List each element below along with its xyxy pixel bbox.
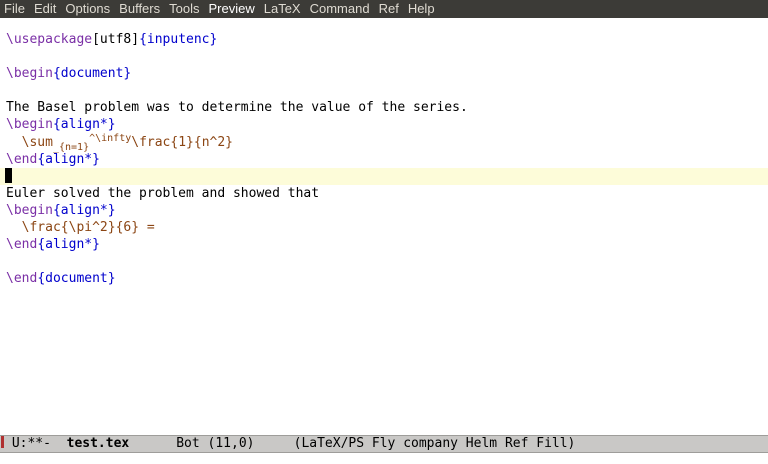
menu-bar: File Edit Options Buffers Tools Preview …: [0, 0, 768, 18]
menu-ref[interactable]: Ref: [375, 0, 404, 18]
latex-command: \begin: [6, 202, 53, 218]
text-cursor: [5, 167, 12, 183]
text-line: The Basel problem was to determine the v…: [6, 100, 468, 116]
math-text: \frac{\pi^2}{6} =: [6, 220, 155, 236]
menu-help[interactable]: Help: [404, 0, 440, 18]
latex-argument: {inputenc}: [139, 32, 218, 47]
math-text: \sum: [6, 134, 53, 150]
latex-command: \begin: [6, 66, 53, 82]
code-line: \begin{align*}: [0, 116, 768, 133]
buffer-status: U:**-: [4, 436, 67, 451]
current-line[interactable]: [0, 167, 768, 185]
text-line: Euler solved the problem and showed that: [6, 185, 320, 201]
menu-options[interactable]: Options: [61, 0, 115, 18]
code-line: \begin{document}: [0, 65, 768, 82]
latex-argument: {document}: [52, 66, 132, 82]
latex-argument: {document}: [37, 271, 116, 287]
latex-argument: {align*}: [37, 151, 100, 167]
menu-edit[interactable]: Edit: [30, 0, 61, 18]
menu-tools[interactable]: Tools: [165, 0, 204, 18]
cursor-position: Bot (11,0): [129, 436, 294, 451]
menu-latex[interactable]: LaTeX: [260, 0, 306, 18]
menu-file[interactable]: File: [0, 0, 30, 18]
latex-command: \end: [6, 237, 38, 253]
menu-preview[interactable]: Preview: [204, 0, 259, 18]
latex-argument: {align*}: [52, 202, 116, 218]
latex-command: \end: [6, 271, 38, 287]
latex-option: [utf8]: [92, 32, 140, 47]
math-line: \sum_{n=1}^\infty\frac{1}{n^2}: [0, 132, 768, 153]
latex-argument: {align*}: [52, 117, 116, 133]
latex-command: \begin: [6, 117, 53, 133]
math-superscript: ^\infty: [89, 132, 132, 144]
menu-command[interactable]: Command: [306, 0, 375, 18]
major-minor-modes[interactable]: (LaTeX/PS Fly company Helm Ref Fill): [294, 436, 576, 451]
latex-command: \usepackage: [6, 32, 93, 47]
buffer-filename[interactable]: test.tex: [67, 436, 130, 451]
menu-buffers[interactable]: Buffers: [115, 0, 165, 18]
code-line: \usepackage[utf8]{inputenc}: [0, 31, 768, 48]
editor-buffer[interactable]: \usepackage[utf8]{inputenc} \begin{docum…: [0, 31, 768, 431]
math-text: \frac{1}{n^2}: [131, 134, 233, 150]
code-line: \end{document}: [0, 270, 768, 287]
latex-argument: {align*}: [37, 237, 100, 253]
code-line: \end{align*}: [0, 236, 768, 253]
latex-command: \end: [6, 151, 38, 167]
mode-line: U:**- test.tex Bot (11,0) (LaTeX/PS Fly …: [0, 435, 768, 453]
minibuffer[interactable]: [0, 453, 768, 464]
math-line: \frac{\pi^2}{6} =: [0, 219, 768, 236]
code-line: \begin{align*}: [0, 202, 768, 219]
code-line: \end{align*}: [0, 151, 768, 168]
